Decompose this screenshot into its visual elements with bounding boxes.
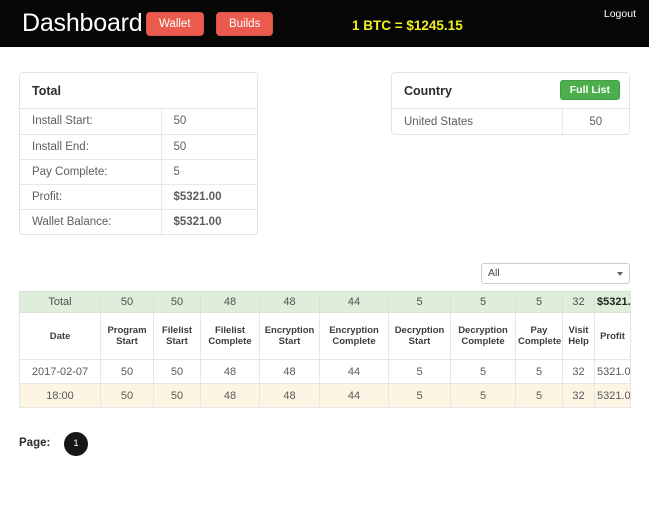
total-label-cell: Total xyxy=(20,292,101,313)
table-row: Install Start: 50 xyxy=(20,109,257,134)
cell-value: 48 xyxy=(260,384,320,408)
full-list-button[interactable]: Full List xyxy=(560,80,620,100)
column-header-visit-help: Visit Help xyxy=(563,313,595,360)
cell-profit: 5321.00 xyxy=(595,360,631,384)
pagination-label: Page: xyxy=(19,437,50,449)
page-number-1[interactable]: 1 xyxy=(64,432,88,456)
cell-value: 5 xyxy=(389,384,451,408)
table-row: Pay Complete: 5 xyxy=(20,159,257,184)
cell-value: 48 xyxy=(201,384,260,408)
total-row-value: $5321.00 xyxy=(161,184,257,209)
total-cell: 5 xyxy=(389,292,451,313)
total-row-label: Install End: xyxy=(20,134,161,159)
cell-value: 5 xyxy=(451,384,516,408)
total-cell: 5 xyxy=(451,292,516,313)
column-header-encryption-start: Encryption Start xyxy=(260,313,320,360)
cell-value: 5 xyxy=(451,360,516,384)
total-cell: 48 xyxy=(201,292,260,313)
total-cell: 50 xyxy=(154,292,201,313)
cell-value: 48 xyxy=(201,360,260,384)
logout-link[interactable]: Logout xyxy=(604,8,636,21)
total-panel-title: Total xyxy=(32,84,61,98)
cell-value: 50 xyxy=(154,360,201,384)
top-navbar: Dashboard Wallet Builds 1 BTC = $1245.15… xyxy=(0,0,649,47)
cell-value: 32 xyxy=(563,360,595,384)
total-cell: 48 xyxy=(260,292,320,313)
table-total-row: Total 50 50 48 48 44 5 5 5 32 $5321.00 xyxy=(20,292,631,313)
country-count: 50 xyxy=(562,109,629,134)
column-header-filelist-start: Filelist Start xyxy=(154,313,201,360)
total-cell: 5 xyxy=(516,292,563,313)
table-row: Wallet Balance: $5321.00 xyxy=(20,209,257,234)
cell-value: 50 xyxy=(101,384,154,408)
total-cell: 50 xyxy=(101,292,154,313)
cell-value: 5 xyxy=(389,360,451,384)
total-row-label: Wallet Balance: xyxy=(20,209,161,234)
total-panel: Total Install Start: 50 Install End: 50 … xyxy=(19,72,258,235)
total-row-label: Pay Complete: xyxy=(20,159,161,184)
table-row: United States 50 xyxy=(392,109,629,134)
total-cell: 32 xyxy=(563,292,595,313)
total-row-value: 50 xyxy=(161,109,257,134)
country-panel: Country Full List United States 50 xyxy=(391,72,630,135)
country-panel-table: United States 50 xyxy=(392,109,629,134)
cell-value: 48 xyxy=(260,360,320,384)
cell-value: 5 xyxy=(516,360,563,384)
total-row-label: Install Start: xyxy=(20,109,161,134)
total-panel-header: Total xyxy=(20,73,257,109)
total-row-value: 5 xyxy=(161,159,257,184)
column-header-decryption-start: Decryption Start xyxy=(389,313,451,360)
column-header-encryption-complete: Encryption Complete xyxy=(320,313,389,360)
dashboard-page: Dashboard Wallet Builds 1 BTC = $1245.15… xyxy=(0,0,649,505)
stats-table: Total 50 50 48 48 44 5 5 5 32 $5321.00 D… xyxy=(19,291,631,408)
cell-value: 50 xyxy=(154,384,201,408)
total-row-label: Profit: xyxy=(20,184,161,209)
table-row: Profit: $5321.00 xyxy=(20,184,257,209)
cell-value: 32 xyxy=(563,384,595,408)
column-header-date: Date xyxy=(20,313,101,360)
btc-rate-text: 1 BTC = $1245.15 xyxy=(352,18,463,34)
wallet-button[interactable]: Wallet xyxy=(146,12,204,36)
page-title: Dashboard xyxy=(22,9,143,37)
country-panel-header: Country Full List xyxy=(392,73,629,109)
column-header-profit: Profit xyxy=(595,313,631,360)
column-header-program-start: Program Start xyxy=(101,313,154,360)
total-row-value: $5321.00 xyxy=(161,209,257,234)
total-profit-cell: $5321.00 xyxy=(595,292,631,313)
cell-value: 44 xyxy=(320,384,389,408)
country-panel-title: Country xyxy=(404,84,452,98)
cell-value: 44 xyxy=(320,360,389,384)
total-cell: 44 xyxy=(320,292,389,313)
table-header-row: Date Program Start Filelist Start Fileli… xyxy=(20,313,631,360)
cell-date: 18:00 xyxy=(20,384,101,408)
column-header-pay-complete: Pay Complete xyxy=(516,313,563,360)
table-row: Install End: 50 xyxy=(20,134,257,159)
filter-select[interactable]: All xyxy=(481,263,630,284)
table-row: 18:00 50 50 48 48 44 5 5 5 32 5321.00 xyxy=(20,384,631,408)
column-header-filelist-complete: Filelist Complete xyxy=(201,313,260,360)
country-name: United States xyxy=(392,109,562,134)
builds-button[interactable]: Builds xyxy=(216,12,273,36)
total-panel-table: Install Start: 50 Install End: 50 Pay Co… xyxy=(20,109,257,234)
cell-value: 50 xyxy=(101,360,154,384)
table-row: 2017-02-07 50 50 48 48 44 5 5 5 32 5321.… xyxy=(20,360,631,384)
stats-table-wrapper: Total 50 50 48 48 44 5 5 5 32 $5321.00 D… xyxy=(19,291,630,408)
cell-value: 5 xyxy=(516,384,563,408)
filter-select-wrapper: All xyxy=(481,263,630,284)
cell-profit: 5321.00 xyxy=(595,384,631,408)
total-row-value: 50 xyxy=(161,134,257,159)
column-header-decryption-complete: Decryption Complete xyxy=(451,313,516,360)
cell-date: 2017-02-07 xyxy=(20,360,101,384)
